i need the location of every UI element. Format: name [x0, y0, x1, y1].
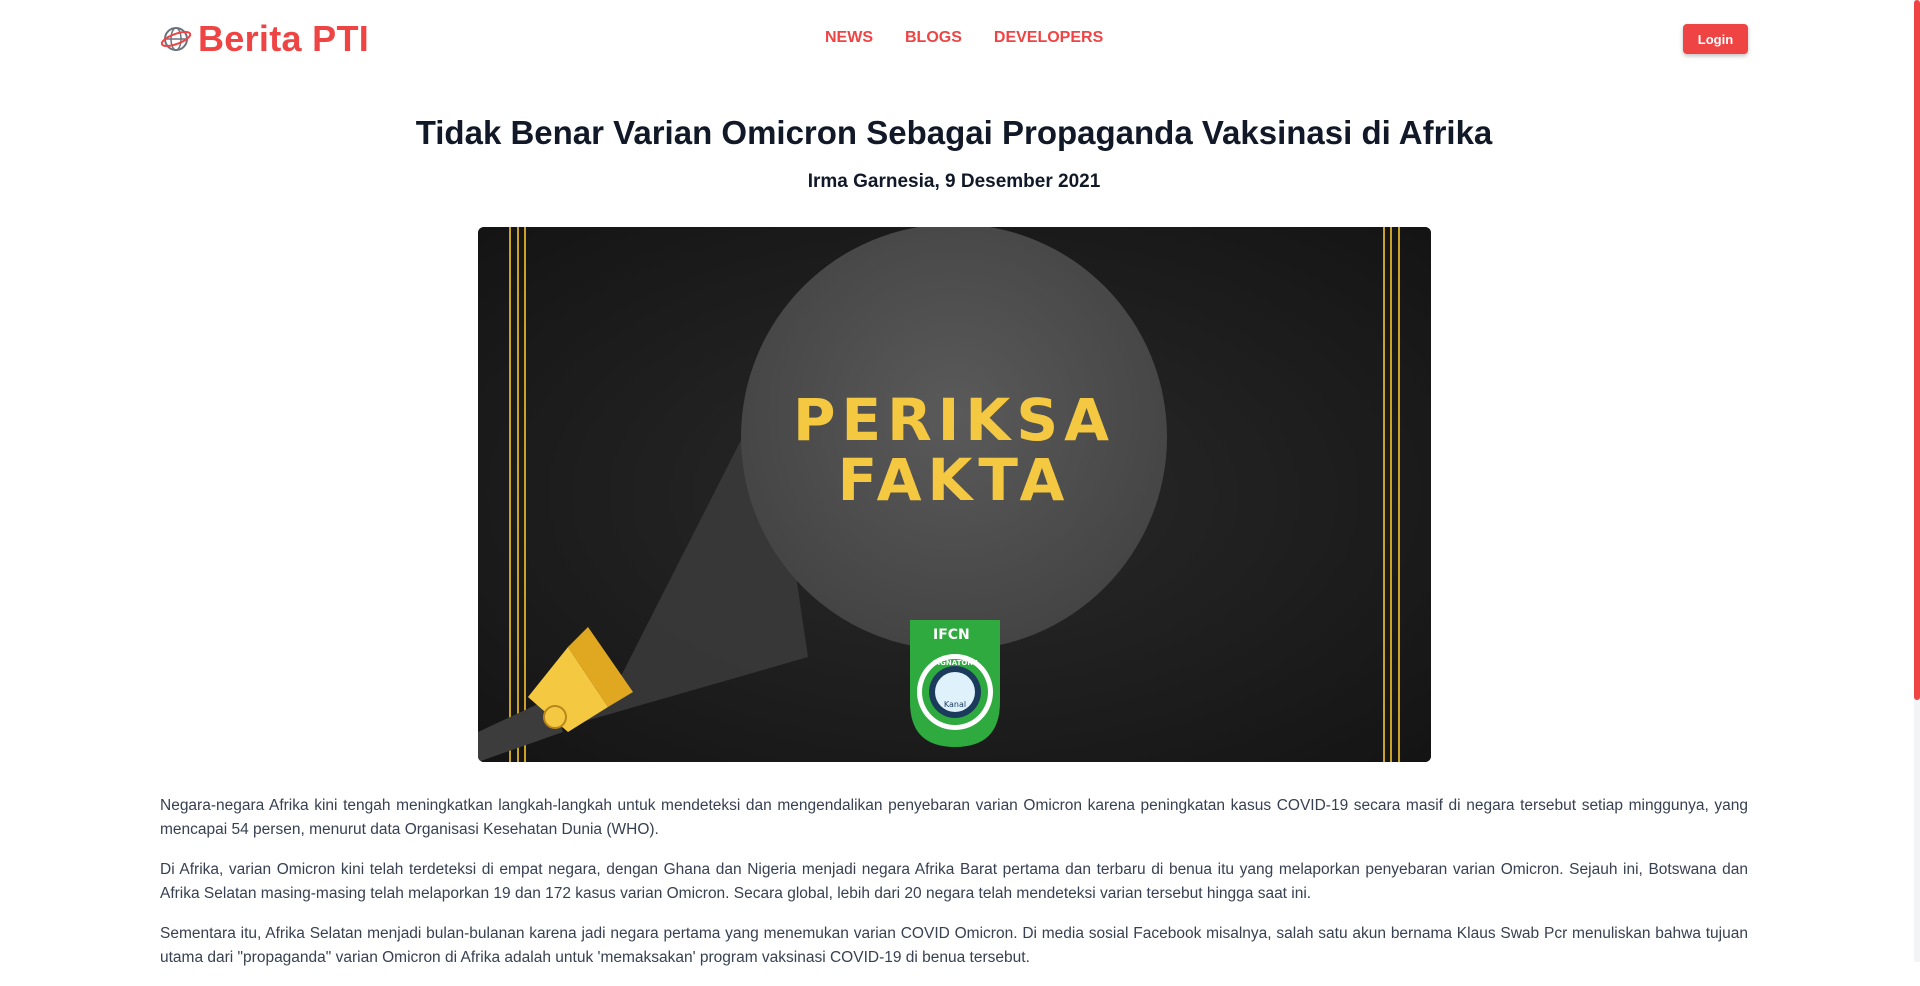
- periksa-fakta-illustration: PERIKSA FAKTA IFCN SIGNATORY Kanal: [478, 227, 1431, 762]
- brand-logo[interactable]: Berita PTI: [160, 18, 369, 60]
- hero-text-line1: PERIKSA: [793, 386, 1115, 454]
- nav-blogs[interactable]: BLOGS: [905, 29, 962, 47]
- site-header: Berita PTI NEWS BLOGS DEVELOPERS Login: [0, 0, 1920, 80]
- svg-text:Kanal: Kanal: [944, 700, 966, 709]
- article-paragraph: Di Afrika, varian Omicron kini telah ter…: [160, 861, 1748, 902]
- article-byline: Irma Garnesia, 9 Desember 2021: [807, 171, 1101, 192]
- svg-text:SIGNATORY: SIGNATORY: [933, 659, 979, 667]
- ifcn-badge-icon: IFCN SIGNATORY Kanal: [910, 620, 1000, 747]
- svg-text:IFCN: IFCN: [933, 627, 970, 643]
- article-body: Negara-negara Afrika kini tengah meningk…: [160, 794, 1748, 986]
- article-hero-image: PERIKSA FAKTA IFCN SIGNATORY Kanal: [478, 227, 1431, 762]
- main-nav: NEWS BLOGS DEVELOPERS: [825, 29, 1103, 47]
- hero-text-line2: FAKTA: [838, 446, 1071, 514]
- globe-icon: [160, 27, 192, 51]
- article-title: Tidak Benar Varian Omicron Sebagai Propa…: [415, 114, 1493, 151]
- article-paragraph: Sementara itu, Afrika Selatan menjadi bu…: [160, 925, 1748, 966]
- nav-news[interactable]: NEWS: [825, 29, 873, 47]
- page-scrollbar[interactable]: [1914, 0, 1920, 962]
- article-paragraph: Negara-negara Afrika kini tengah meningk…: [160, 797, 1748, 838]
- scrollbar-thumb[interactable]: [1914, 0, 1920, 700]
- login-button[interactable]: Login: [1683, 24, 1748, 54]
- nav-developers[interactable]: DEVELOPERS: [994, 29, 1103, 47]
- brand-name: Berita PTI: [198, 18, 370, 59]
